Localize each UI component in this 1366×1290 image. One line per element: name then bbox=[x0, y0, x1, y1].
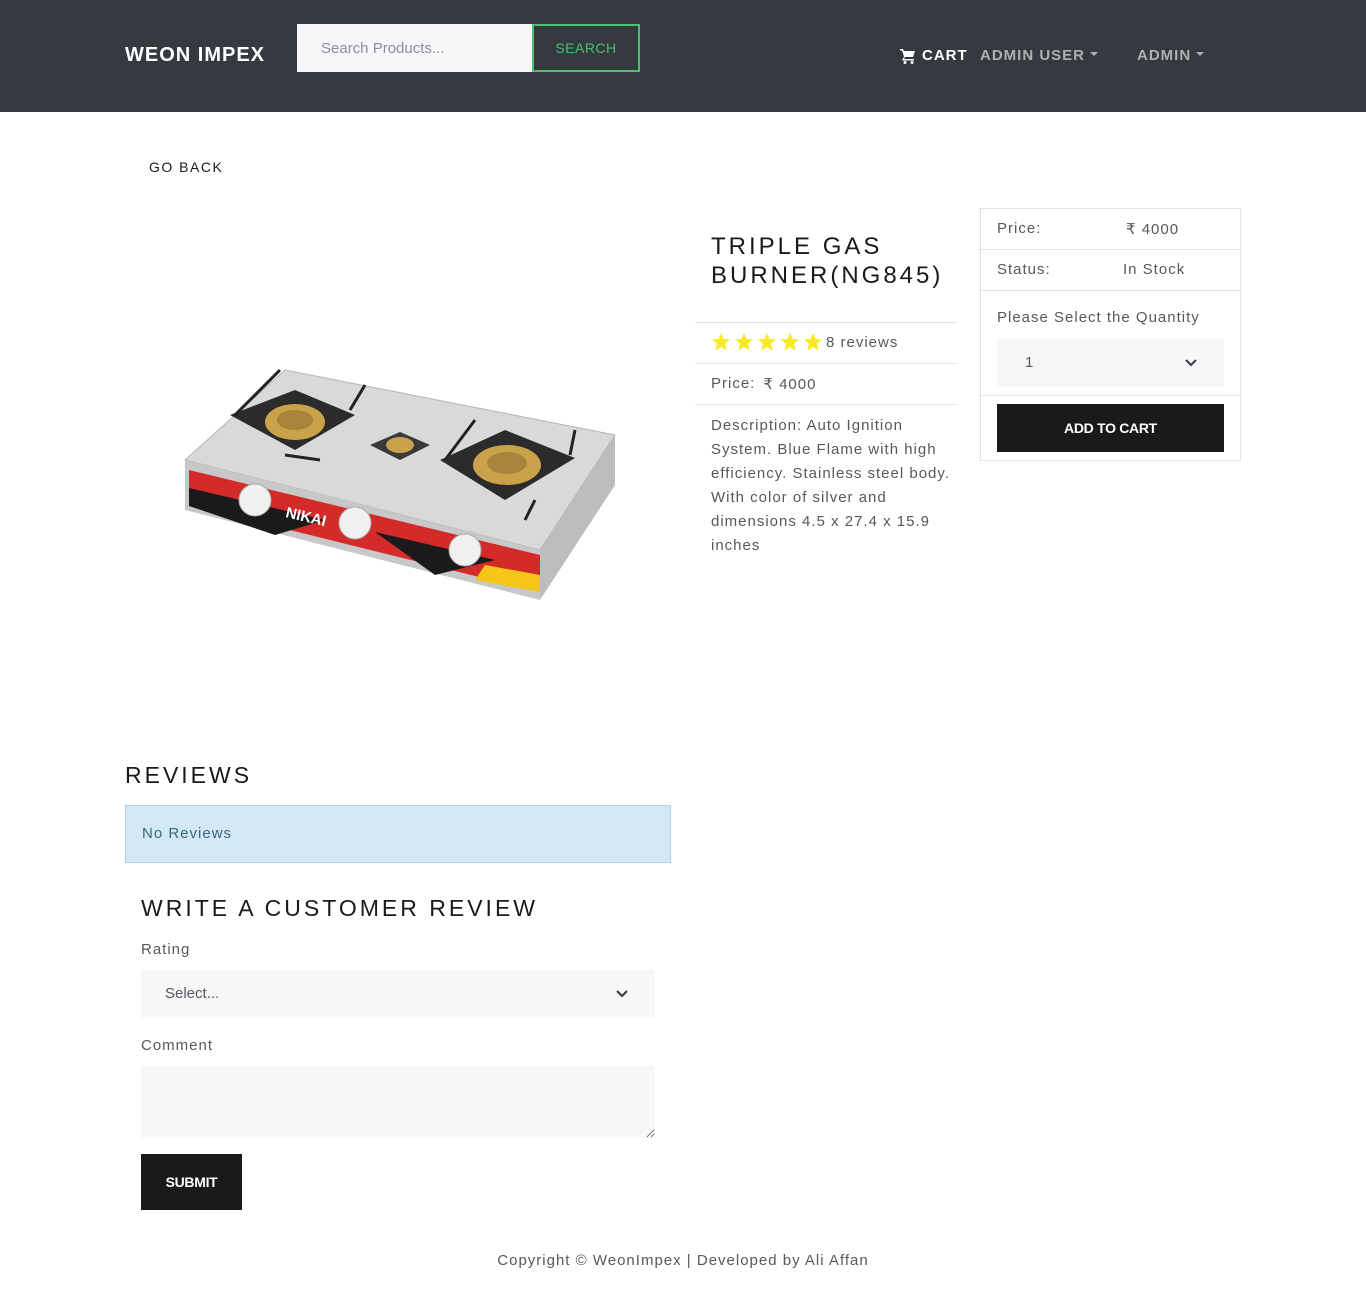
star-icon bbox=[781, 333, 799, 351]
divider bbox=[695, 404, 957, 405]
divider bbox=[695, 363, 957, 364]
purchase-card: Price: ₹ 4000 Status: In Stock Please Se… bbox=[980, 208, 1241, 461]
caret-down-icon bbox=[1090, 52, 1099, 56]
brand-logo[interactable]: WEON IMPEX bbox=[125, 44, 265, 67]
chevron-down-icon bbox=[616, 990, 628, 998]
chevron-down-icon bbox=[1185, 359, 1197, 367]
product-title: TRIPLE GAS BURNER(NG845) bbox=[711, 233, 944, 289]
star-icon bbox=[758, 333, 776, 351]
rating-label: Rating bbox=[141, 941, 191, 958]
rating-select-value: Select... bbox=[165, 985, 220, 1002]
search-input[interactable] bbox=[297, 24, 532, 72]
submit-review-button[interactable]: SUBMIT bbox=[141, 1154, 242, 1210]
write-review-heading: WRITE A CUSTOMER REVIEW bbox=[141, 895, 538, 921]
cart-label: CART bbox=[922, 47, 968, 64]
stock-status: In Stock bbox=[1123, 261, 1186, 278]
reviews-heading: REVIEWS bbox=[125, 762, 253, 788]
comment-textarea[interactable] bbox=[141, 1066, 655, 1138]
reviews-count: 8 reviews bbox=[826, 333, 899, 351]
price-value: ₹ 4000 bbox=[763, 375, 816, 393]
rating-select[interactable]: Select... bbox=[141, 970, 655, 1018]
search-button[interactable]: SEARCH bbox=[532, 24, 640, 72]
cart-icon bbox=[900, 48, 915, 64]
user-menu-dropdown[interactable]: ADMIN USER bbox=[980, 47, 1099, 64]
navbar: WEON IMPEX SEARCH CART ADMIN USER ADMIN bbox=[0, 0, 1366, 112]
user-menu-label: ADMIN USER bbox=[980, 47, 1086, 64]
price-amount: 4000 bbox=[779, 376, 817, 393]
no-reviews-alert: No Reviews bbox=[125, 805, 671, 863]
card-price-row: Price: ₹ 4000 bbox=[981, 209, 1240, 250]
nav-cart-link[interactable]: CART bbox=[900, 47, 968, 64]
rupee-icon: ₹ bbox=[763, 376, 774, 393]
card-status-label: Status: bbox=[997, 261, 1051, 278]
caret-down-icon bbox=[1196, 52, 1205, 56]
product-image: NIKAI bbox=[183, 368, 616, 600]
rupee-icon: ₹ bbox=[1126, 221, 1137, 238]
admin-menu-label: ADMIN bbox=[1137, 47, 1192, 64]
product-description: Description: Auto Ignition System. Blue … bbox=[711, 417, 950, 554]
star-icon bbox=[712, 333, 730, 351]
divider bbox=[695, 322, 957, 323]
comment-label: Comment bbox=[141, 1037, 214, 1054]
quantity-select[interactable]: 1 bbox=[997, 339, 1224, 387]
card-price-label: Price: bbox=[997, 220, 1042, 237]
admin-menu-dropdown[interactable]: ADMIN bbox=[1137, 47, 1205, 64]
go-back-button[interactable]: GO BACK bbox=[149, 159, 223, 175]
star-icon bbox=[804, 333, 822, 351]
price-label: Price: bbox=[711, 375, 756, 392]
product-price: Price: ₹ 4000 bbox=[711, 375, 816, 393]
card-status-row: Status: In Stock bbox=[981, 250, 1240, 291]
add-to-cart-button[interactable]: ADD TO CART bbox=[997, 404, 1224, 452]
card-price-value: ₹ 4000 bbox=[1126, 220, 1179, 238]
quantity-label: Please Select the Quantity bbox=[997, 309, 1200, 326]
product-rating: 8 reviews bbox=[711, 332, 898, 352]
quantity-value: 1 bbox=[1025, 354, 1034, 371]
card-price-amount: 4000 bbox=[1141, 221, 1180, 238]
star-icon bbox=[735, 333, 753, 351]
footer-copyright: Copyright © WeonImpex | Developed by Ali… bbox=[497, 1252, 869, 1269]
